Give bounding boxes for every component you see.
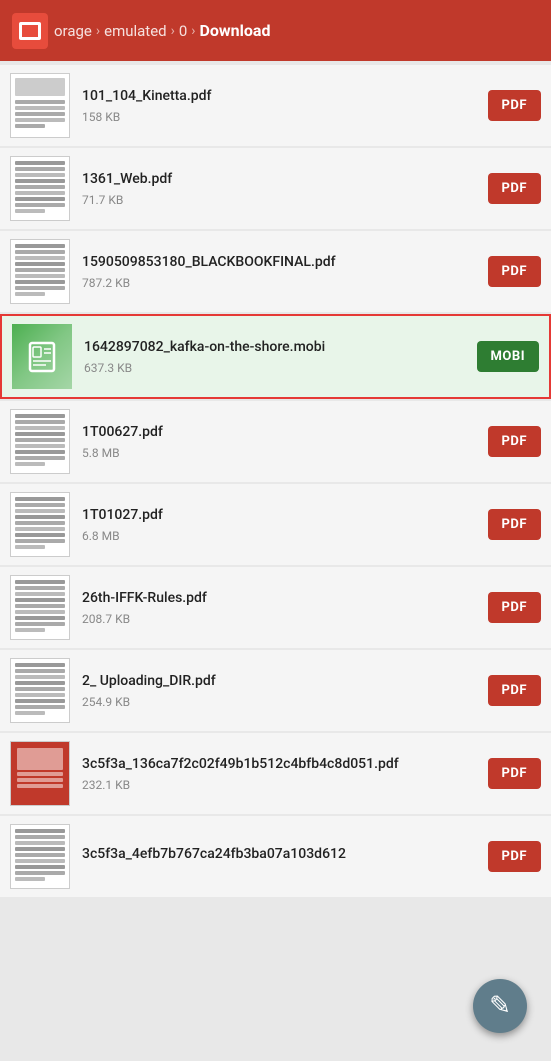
list-item[interactable]: 26th-IFFK-Rules.pdf 208.7 KBPDF — [0, 567, 551, 648]
breadcrumb-sep-1: › — [96, 23, 100, 39]
list-item[interactable]: 1642897082_kafka-on-the-shore.mobi 637.3 … — [0, 314, 551, 399]
file-info: 1590509853180_BLACKBOOKFINAL.pdf 787.2 KB — [82, 253, 488, 289]
file-name: 3c5f3a_136ca7f2c02f49b1b512c4bfb4c8d051.… — [82, 755, 488, 773]
file-type-badge[interactable]: PDF — [488, 592, 541, 623]
breadcrumb-0[interactable]: 0 — [179, 22, 187, 40]
file-info: 1T01027.pdf 6.8 MB — [82, 506, 488, 542]
file-info: 3c5f3a_4efb7b767ca24fb3ba07a103d612 — [82, 845, 488, 867]
breadcrumb: orage › emulated › 0 › Download — [54, 21, 539, 40]
file-size: 787.2 KB — [82, 276, 488, 290]
file-name: 1642897082_kafka-on-the-shore.mobi — [84, 338, 477, 356]
file-size: 5.8 MB — [82, 446, 488, 460]
breadcrumb-download: Download — [200, 21, 271, 40]
edit-icon: ✎ — [489, 993, 511, 1019]
list-item[interactable]: 2_ Uploading_DIR.pdf 254.9 KBPDF — [0, 650, 551, 731]
file-name: 3c5f3a_4efb7b767ca24fb3ba07a103d612 — [82, 845, 488, 863]
file-name: 2_ Uploading_DIR.pdf — [82, 672, 488, 690]
file-list: 101_104_Kinetta.pdf158 KBPDF1361_Web.pdf… — [0, 61, 551, 903]
list-item[interactable]: 1T00627.pdf 5.8 MBPDF — [0, 401, 551, 482]
file-name: 1T00627.pdf — [82, 423, 488, 441]
file-type-badge[interactable]: PDF — [488, 90, 541, 121]
file-type-badge[interactable]: PDF — [488, 256, 541, 287]
file-type-badge[interactable]: PDF — [488, 426, 541, 457]
file-type-badge[interactable]: PDF — [488, 509, 541, 540]
file-info: 3c5f3a_136ca7f2c02f49b1b512c4bfb4c8d051.… — [82, 755, 488, 791]
logo-icon — [19, 22, 41, 40]
file-type-badge[interactable]: PDF — [488, 675, 541, 706]
header: orage › emulated › 0 › Download — [0, 0, 551, 61]
file-size: 158 KB — [82, 110, 488, 124]
list-item[interactable]: 1361_Web.pdf 71.7 KBPDF — [0, 148, 551, 229]
list-item[interactable]: 3c5f3a_136ca7f2c02f49b1b512c4bfb4c8d051.… — [0, 733, 551, 814]
file-size: 6.8 MB — [82, 529, 488, 543]
file-type-badge[interactable]: PDF — [488, 841, 541, 872]
file-info: 26th-IFFK-Rules.pdf 208.7 KB — [82, 589, 488, 625]
file-size: 254.9 KB — [82, 695, 488, 709]
breadcrumb-sep-2: › — [171, 23, 175, 39]
file-size: 208.7 KB — [82, 612, 488, 626]
file-info: 1361_Web.pdf 71.7 KB — [82, 170, 488, 206]
file-info: 2_ Uploading_DIR.pdf 254.9 KB — [82, 672, 488, 708]
file-size: 232.1 KB — [82, 778, 488, 792]
list-item[interactable]: 101_104_Kinetta.pdf 158 KBPDF — [0, 65, 551, 146]
file-info: 1642897082_kafka-on-the-shore.mobi 637.3 … — [84, 338, 477, 374]
fab-edit-button[interactable]: ✎ — [473, 979, 527, 1033]
file-type-badge[interactable]: PDF — [488, 758, 541, 789]
file-name: 1T01027.pdf — [82, 506, 488, 524]
file-info: 1T00627.pdf 5.8 MB — [82, 423, 488, 459]
file-name: 1590509853180_BLACKBOOKFINAL.pdf — [82, 253, 488, 271]
list-item[interactable]: 3c5f3a_4efb7b767ca24fb3ba07a103d612PDF — [0, 816, 551, 897]
file-name: 26th-IFFK-Rules.pdf — [82, 589, 488, 607]
list-item[interactable]: 1T01027.pdf 6.8 MBPDF — [0, 484, 551, 565]
file-type-badge[interactable]: PDF — [488, 173, 541, 204]
breadcrumb-emulated[interactable]: emulated — [104, 22, 167, 40]
file-size: 637.3 KB — [84, 361, 477, 375]
breadcrumb-storage[interactable]: orage — [54, 22, 92, 40]
file-size: 71.7 KB — [82, 193, 488, 207]
list-item[interactable]: 1590509853180_BLACKBOOKFINAL.pdf 787.2 KB… — [0, 231, 551, 312]
file-info: 101_104_Kinetta.pdf 158 KB — [82, 87, 488, 123]
file-type-badge[interactable]: MOBI — [477, 341, 539, 372]
file-name: 1361_Web.pdf — [82, 170, 488, 188]
breadcrumb-sep-3: › — [191, 23, 195, 39]
file-name: 101_104_Kinetta.pdf — [82, 87, 488, 105]
app-logo — [12, 13, 48, 49]
